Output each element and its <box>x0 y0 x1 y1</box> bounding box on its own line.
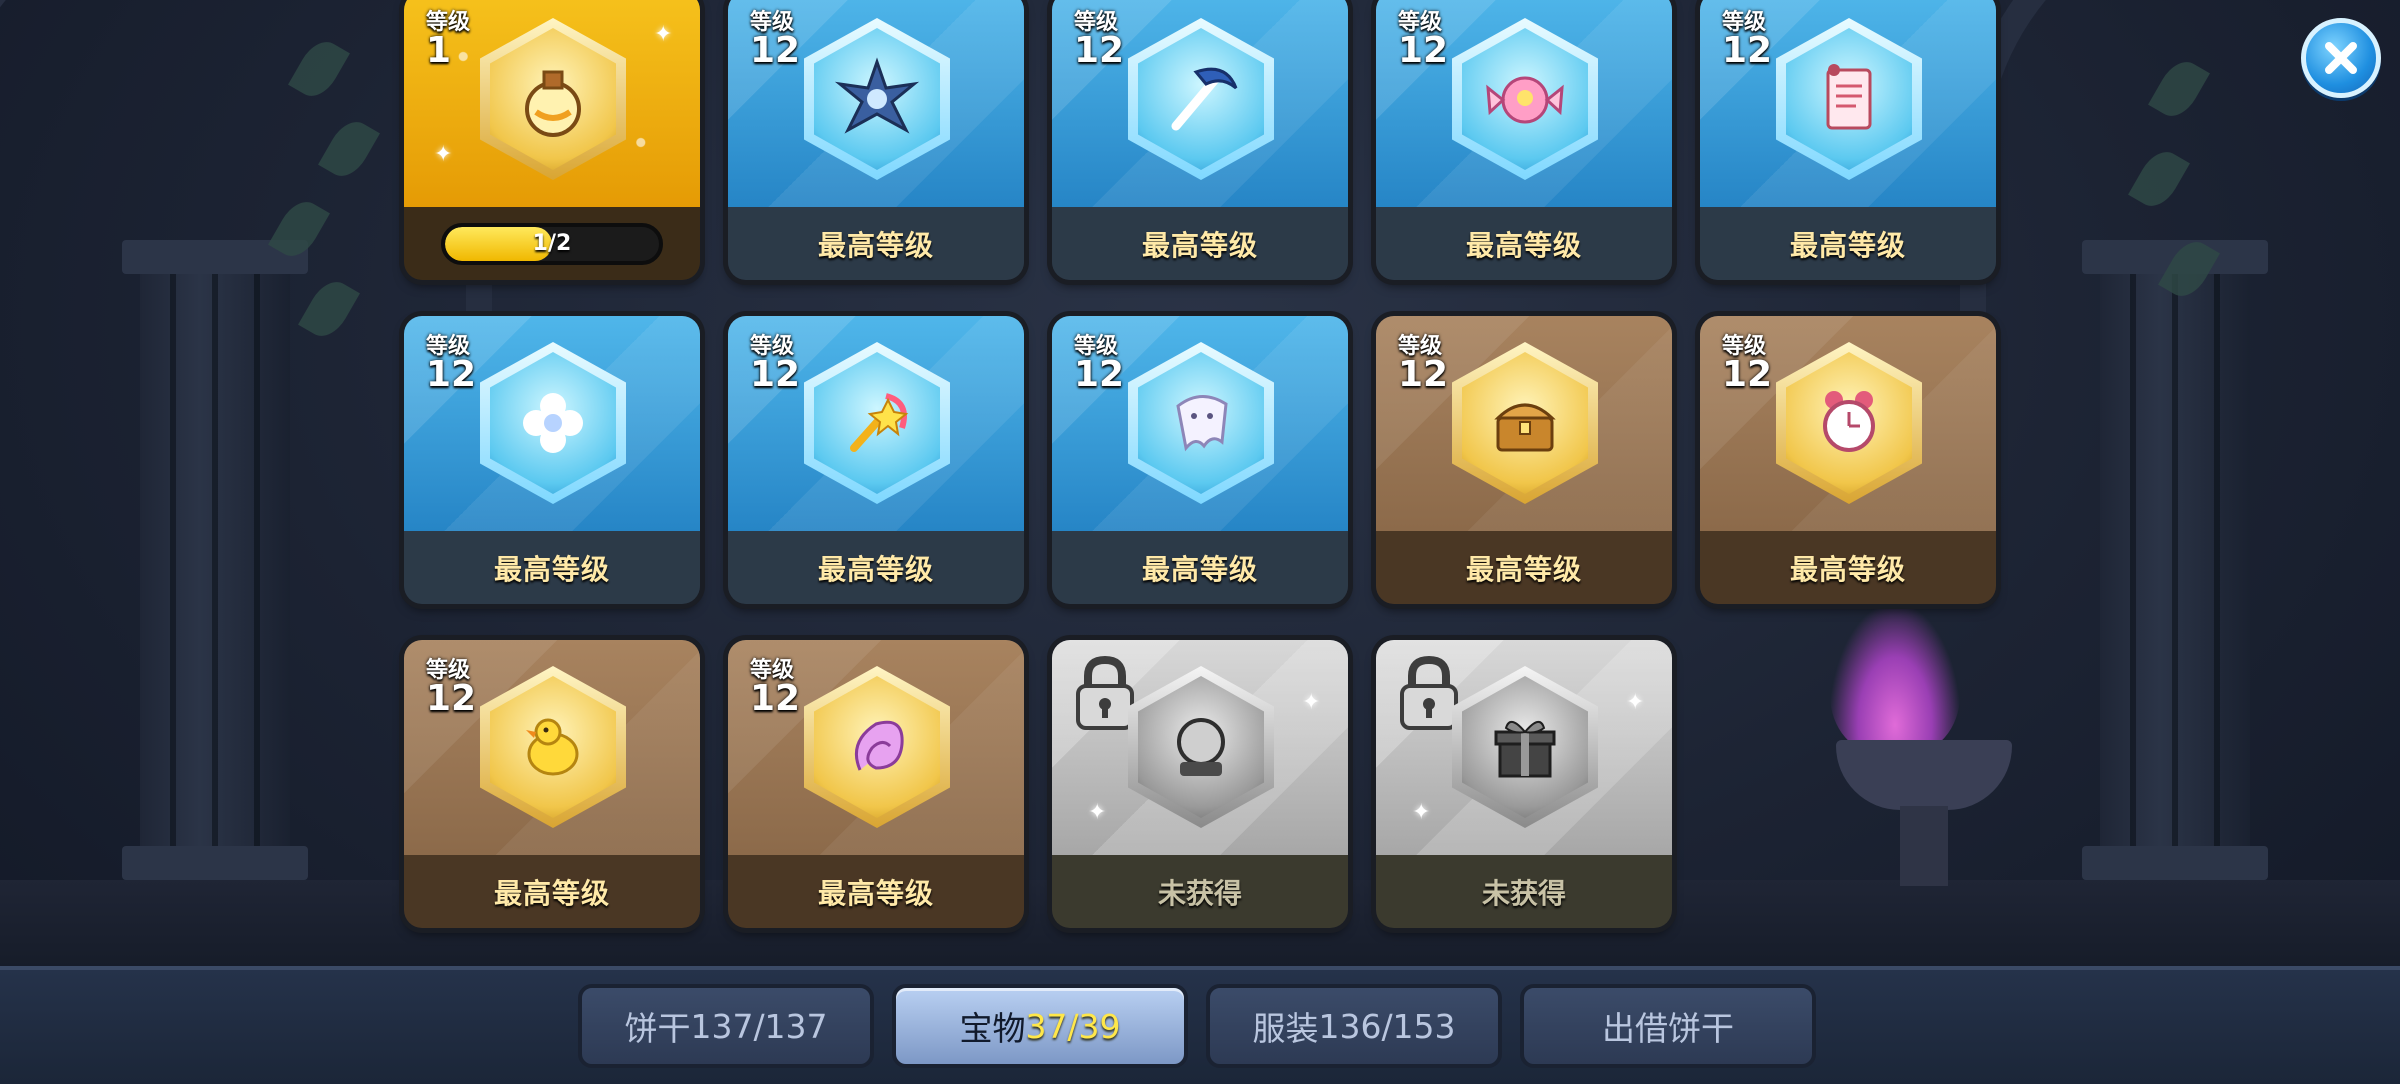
treasure-badge <box>1452 18 1598 180</box>
unobtained-text: 未获得 <box>1157 876 1242 910</box>
level-value: 12 <box>750 678 801 719</box>
magic-wand-icon <box>850 393 909 452</box>
max-level-text: 最高等级 <box>1141 552 1258 586</box>
level-value: 12 <box>1074 30 1125 71</box>
treasure-card[interactable]: 等级 12 最高等级 <box>1376 316 1672 604</box>
bone-scythe-icon <box>1171 67 1238 131</box>
upgrade-progress-bar: 1/2 <box>441 222 663 265</box>
max-level-text: 最高等级 <box>817 876 934 910</box>
treasure-badge <box>480 666 626 828</box>
treasure-card[interactable]: 等级 12 最高等级 <box>1700 316 1996 604</box>
max-level-text: 最高等级 <box>493 552 610 586</box>
treasure-card[interactable]: 等级 12 最高等级 <box>404 316 700 604</box>
treasure-card-locked[interactable]: ✦ ✦ 未获得 <box>1052 640 1348 928</box>
treasure-badge <box>1128 18 1274 180</box>
treasure-card[interactable]: 等级 12 最高等级 <box>1052 0 1348 280</box>
tab-treasures[interactable]: 宝物 37/39 <box>892 984 1188 1068</box>
level-value: 12 <box>1074 354 1125 395</box>
potion-bottle-icon <box>525 70 581 137</box>
max-level-text: 最高等级 <box>817 552 934 586</box>
treasure-card[interactable]: 等级 12 最高等级 <box>728 0 1024 280</box>
treasure-badge <box>1128 666 1274 828</box>
level-value: 12 <box>426 354 477 395</box>
treasure-card[interactable]: 等级 12 最高等级 <box>404 640 700 928</box>
tab-count: 137/137 <box>690 1006 828 1046</box>
pink-shell-icon <box>855 720 904 771</box>
treasure-badge <box>1452 342 1598 504</box>
treasure-badge <box>1452 666 1598 828</box>
level-value: 12 <box>750 354 801 395</box>
tab-costumes[interactable]: 服装 136/153 <box>1206 984 1502 1068</box>
tab-cookies[interactable]: 饼干 137/137 <box>578 984 874 1068</box>
treasure-badge <box>480 18 626 180</box>
treasure-card[interactable]: 等级 12 最高等级 <box>728 640 1024 928</box>
white-flower-icon <box>523 393 583 453</box>
max-level-text: 最高等级 <box>1141 228 1258 262</box>
close-button[interactable] <box>2301 18 2381 98</box>
spiky-crystal-icon <box>834 57 920 134</box>
progress-text: 1/2 <box>532 231 572 256</box>
close-icon <box>2325 42 2357 74</box>
tab-label: 宝物 <box>959 1009 1026 1048</box>
treasure-badge <box>1776 18 1922 180</box>
scroll-note-icon <box>1826 64 1872 130</box>
treasure-badge <box>1128 342 1274 504</box>
level-value: 12 <box>1722 354 1773 395</box>
yellow-chick-icon <box>526 718 579 776</box>
treasure-card-locked[interactable]: ✦ ✦ 未获得 <box>1376 640 1672 928</box>
snow-globe-icon <box>1177 718 1225 776</box>
tab-label: 服装 <box>1252 1009 1319 1048</box>
max-level-text: 最高等级 <box>817 228 934 262</box>
treasure-badge <box>804 18 950 180</box>
treasure-badge <box>480 342 626 504</box>
treasure-card[interactable]: 等级 12 最高等级 <box>1376 0 1672 280</box>
treasure-badge <box>804 342 950 504</box>
level-value: 12 <box>426 678 477 719</box>
treasure-card[interactable]: 等级 12 最高等级 <box>1052 316 1348 604</box>
max-level-text: 最高等级 <box>1789 552 1906 586</box>
max-level-text: 最高等级 <box>493 876 610 910</box>
treasure-chest-icon <box>1494 403 1556 452</box>
purple-flame <box>1830 605 1960 755</box>
ghost-cloth-icon <box>1176 395 1228 452</box>
tab-borrowed-cookies[interactable]: 出借饼干 <box>1520 984 1816 1068</box>
pink-candy-icon <box>1486 76 1564 124</box>
max-level-text: 最高等级 <box>1465 228 1582 262</box>
treasure-badge <box>1776 342 1922 504</box>
tab-count: 136/153 <box>1318 1006 1456 1046</box>
unobtained-text: 未获得 <box>1481 876 1566 910</box>
alarm-clock-icon <box>1823 391 1875 452</box>
level-value: 1 <box>426 30 452 71</box>
treasure-card[interactable]: 等级 12 最高等级 <box>1700 0 1996 280</box>
level-value: 12 <box>1722 30 1773 71</box>
level-value: 12 <box>750 30 801 71</box>
treasure-badge <box>804 666 950 828</box>
max-level-text: 最高等级 <box>1465 552 1582 586</box>
max-level-text: 最高等级 <box>1789 228 1906 262</box>
tab-label: 出借饼干 <box>1602 1009 1734 1048</box>
treasure-card[interactable]: 等级 12 最高等级 <box>728 316 1024 604</box>
treasure-card[interactable]: ✦ ✦ 等级 1 1/2 <box>404 0 700 280</box>
tab-count: 37/39 <box>1025 1006 1121 1046</box>
tab-label: 饼干 <box>624 1009 691 1048</box>
brazier <box>1836 740 2012 810</box>
gift-box-icon <box>1494 721 1556 778</box>
category-tab-bar: 饼干 137/137 宝物 37/39 服装 136/153 出借饼干 <box>0 966 2400 1084</box>
level-value: 12 <box>1398 30 1449 71</box>
level-value: 12 <box>1398 354 1449 395</box>
